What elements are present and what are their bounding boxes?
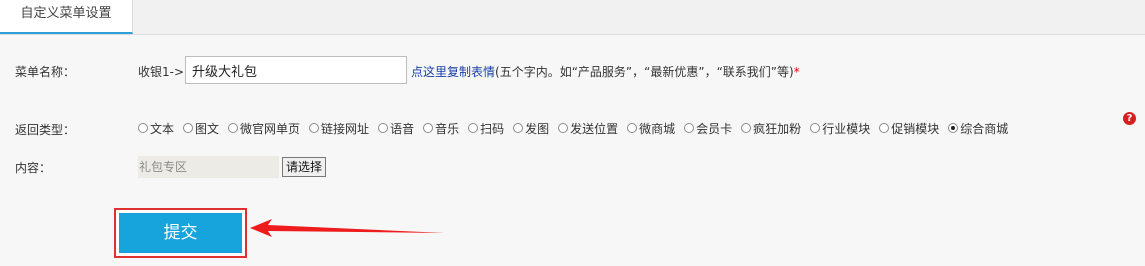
radio-option-label: 文本 [150, 121, 175, 136]
radio-unchecked-icon[interactable] [228, 123, 239, 133]
radio-unchecked-icon[interactable] [879, 123, 890, 133]
radio-option-label: 链接网址 [321, 121, 370, 136]
radio-option-label: 图文 [195, 121, 220, 136]
return-type-label: 返回类型： [15, 123, 76, 137]
radio-option[interactable]: 综合商城 [948, 120, 1008, 137]
content-row: 内容： 礼包专区 请选择 [0, 156, 1145, 180]
radio-unchecked-icon[interactable] [468, 123, 479, 133]
menu-name-row: 菜单名称： 收银1-> 点这里复制表情(五个字内。如“产品服务”，“最新优惠”，… [0, 56, 1145, 86]
radio-option-label: 语音 [390, 121, 415, 136]
menu-name-input[interactable] [185, 56, 407, 84]
radio-option-label: 音乐 [435, 121, 460, 136]
content-value-field: 礼包专区 [138, 156, 279, 178]
radio-option-label: 微商城 [639, 121, 676, 136]
radio-option[interactable]: 行业模块 [810, 120, 870, 137]
radio-option[interactable]: 促销模块 [879, 120, 939, 137]
radio-option-label: 促销模块 [891, 121, 940, 136]
menu-name-prefix: 收银1-> [138, 65, 185, 79]
radio-option-label: 发送位置 [570, 121, 619, 136]
radio-option-label: 行业模块 [822, 121, 871, 136]
radio-unchecked-icon[interactable] [309, 123, 320, 133]
radio-unchecked-icon[interactable] [684, 123, 695, 133]
radio-unchecked-icon[interactable] [810, 123, 821, 133]
radio-option-label: 发图 [525, 121, 550, 136]
radio-unchecked-icon[interactable] [558, 123, 569, 133]
choose-button[interactable]: 请选择 [282, 157, 327, 177]
tab-bar: 自定义菜单设置 [0, 0, 1145, 35]
radio-unchecked-icon[interactable] [138, 123, 148, 133]
radio-unchecked-icon[interactable] [741, 123, 752, 133]
radio-option[interactable]: 音乐 [423, 120, 459, 137]
radio-option-label: 疯狂加粉 [753, 121, 802, 136]
radio-unchecked-icon[interactable] [423, 123, 434, 133]
radio-option[interactable]: 疯狂加粉 [741, 120, 801, 137]
submit-highlight-box: 提交 [114, 208, 247, 258]
radio-unchecked-icon[interactable] [627, 123, 638, 133]
radio-option[interactable]: 文本 [138, 120, 174, 137]
radio-unchecked-icon[interactable] [183, 123, 194, 133]
radio-unchecked-icon[interactable] [513, 123, 524, 133]
radio-option[interactable]: 链接网址 [309, 120, 369, 137]
radio-option[interactable]: 微官网单页 [228, 120, 300, 137]
radio-option-label: 会员卡 [696, 121, 733, 136]
return-type-row: 返回类型： 文本 图文 微官网单页 链接网址 语音 音乐 扫码 发图 发送位置 微商城 会员卡 疯狂加… [0, 118, 1145, 138]
menu-name-label: 菜单名称： [15, 65, 76, 79]
required-mark: * [793, 65, 800, 79]
tab-custom-menu-settings[interactable]: 自定义菜单设置 [0, 0, 133, 34]
radio-option[interactable]: 发图 [513, 120, 549, 137]
pointer-arrow-icon [250, 219, 445, 237]
radio-option[interactable]: 扫码 [468, 120, 504, 137]
help-icon[interactable]: ? [1123, 112, 1136, 125]
return-type-radio-group: 文本 图文 微官网单页 链接网址 语音 音乐 扫码 发图 发送位置 微商城 会员卡 疯狂加粉 行业模块 促… [138, 118, 1017, 138]
hint-text: (五个字内。如“产品服务”，“最新优惠”，“联系我们”等) [495, 65, 794, 79]
radio-option[interactable]: 发送位置 [558, 120, 618, 137]
radio-option[interactable]: 语音 [378, 120, 414, 137]
menu-name-hint: 点这里复制表情(五个字内。如“产品服务”，“最新优惠”，“联系我们”等)* [411, 63, 800, 80]
submit-button[interactable]: 提交 [119, 213, 242, 253]
radio-option[interactable]: 会员卡 [684, 120, 732, 137]
radio-option-label: 综合商城 [960, 121, 1009, 136]
copy-emoji-link[interactable]: 点这里复制表情 [411, 65, 495, 79]
radio-unchecked-icon[interactable] [378, 123, 389, 133]
radio-option-label: 扫码 [480, 121, 505, 136]
radio-option-label: 微官网单页 [240, 121, 301, 136]
radio-checked-icon[interactable] [948, 123, 959, 133]
radio-option[interactable]: 图文 [183, 120, 219, 137]
content-label: 内容： [15, 161, 52, 175]
radio-option[interactable]: 微商城 [627, 120, 675, 137]
